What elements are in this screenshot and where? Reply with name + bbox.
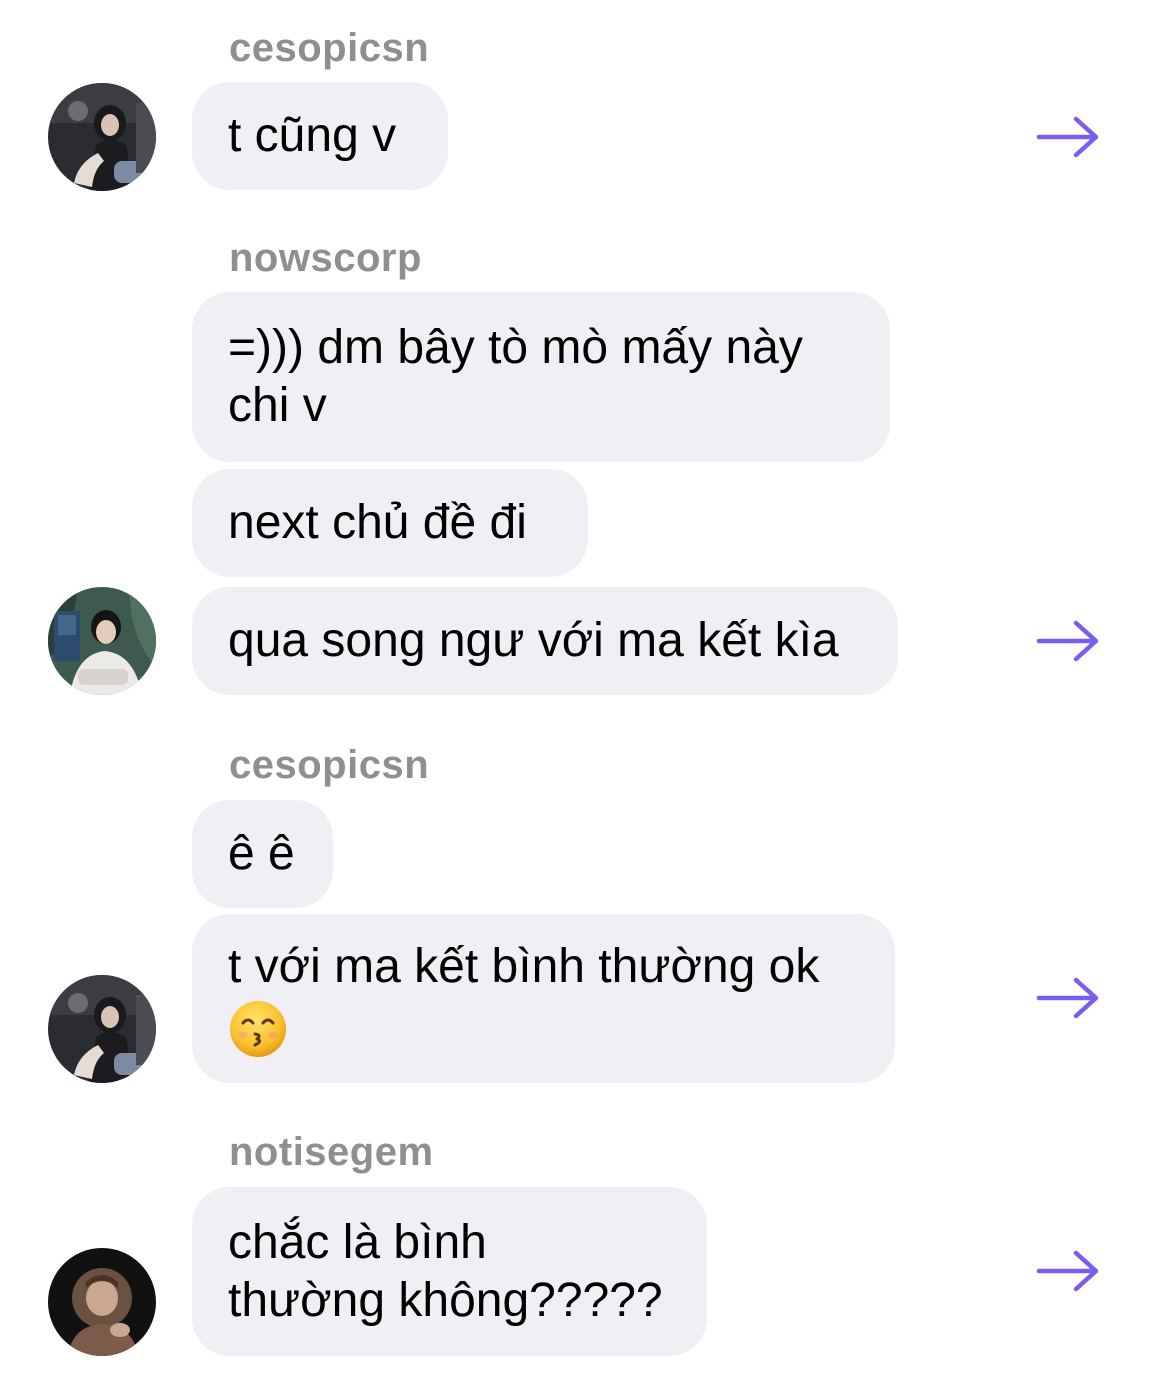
message-text-line: chắc là bình [228, 1215, 487, 1269]
message-text: next chủ đề đi [228, 496, 527, 549]
message-text: t với ma kết bình thường ok [228, 940, 820, 994]
message-text-line: thường không????? [228, 1273, 663, 1327]
arrow-right-icon[interactable] [1036, 619, 1100, 663]
message-bubble[interactable]: t với ma kết bình thường ok [192, 914, 895, 1083]
message-text-line: chi v [228, 379, 327, 432]
user-avatar[interactable] [48, 975, 156, 1083]
message-bubble[interactable]: chắc là bình thường không????? [192, 1187, 707, 1356]
user-avatar[interactable] [48, 1248, 156, 1356]
message-text: qua song ngư với ma kết kìa [228, 614, 839, 667]
username-label[interactable]: cesopicsn [229, 745, 429, 785]
user-avatar[interactable] [48, 587, 156, 695]
emoji-line [228, 996, 859, 1058]
arrow-right-icon[interactable] [1036, 976, 1100, 1020]
message-bubble[interactable]: t cũng v [192, 82, 448, 190]
message-text-line: =))) dm bây tò mò mấy này [228, 321, 803, 374]
username-label[interactable]: notisegem [229, 1132, 434, 1172]
message-bubble[interactable]: =))) dm bây tò mò mấy này chi v [192, 292, 890, 462]
message-text: t cũng v [228, 109, 397, 162]
user-avatar[interactable] [48, 83, 156, 191]
username-label[interactable]: nowscorp [229, 238, 422, 278]
message-bubble[interactable]: next chủ đề đi [192, 469, 588, 577]
username-label[interactable]: cesopicsn [229, 28, 429, 68]
message-bubble[interactable]: ê ê [192, 800, 333, 908]
message-bubble[interactable]: qua song ngư với ma kết kìa [192, 587, 898, 695]
arrow-right-icon[interactable] [1036, 115, 1100, 159]
kissing-smiling-eyes-emoji [230, 1000, 286, 1057]
arrow-right-icon[interactable] [1036, 1249, 1100, 1293]
message-text: ê ê [228, 827, 295, 880]
